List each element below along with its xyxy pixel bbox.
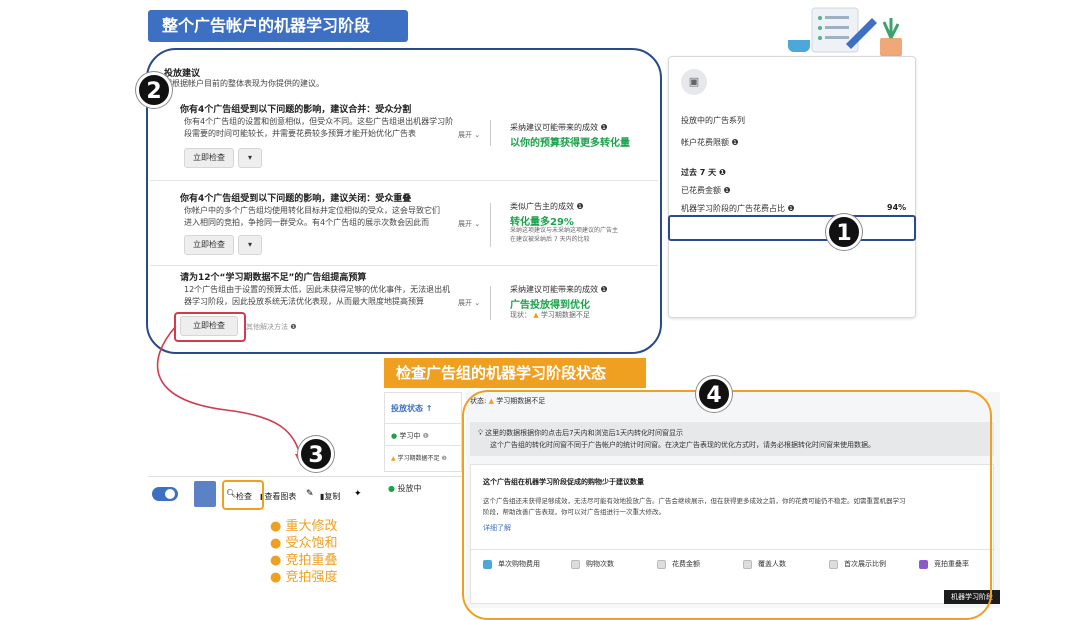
list-item: ● 竞拍强度 bbox=[270, 570, 338, 585]
duplicate-button[interactable]: ▮复制 bbox=[320, 491, 340, 502]
delivering-status: ● 投放中 bbox=[388, 484, 422, 493]
delivery-column: 投放状态 ↑ ● 学习中 ❶ ▲ 学习期数据不足 ❶ bbox=[384, 392, 463, 472]
view-chart-button[interactable]: ▮查看图表 bbox=[260, 491, 296, 502]
account-panel: ▣ 投放中的广告系列 帐户花费限额 ❶ 过去 7 天 ❶ 已花费金额 ❶ 机器学… bbox=[668, 56, 916, 318]
status-limited: ▲ 学习期数据不足 ❶ bbox=[391, 455, 447, 462]
checklist-illustration-icon bbox=[780, 4, 920, 60]
learning-share-label: 机器学习阶段的广告花费占比 ❶ bbox=[681, 204, 795, 213]
info-icon: ❶ bbox=[422, 432, 429, 440]
last-7-days-label: 过去 7 天 ❶ bbox=[681, 168, 726, 177]
warning-icon: ▲ bbox=[391, 455, 396, 462]
spend-limit-label: 帐户花费限额 ❶ bbox=[681, 138, 739, 147]
info-icon: ❶ bbox=[731, 138, 739, 147]
info-icon: ❶ bbox=[718, 168, 726, 177]
reasons-list: ● 重大修改 ● 受众饱和 ● 竞拍重叠 ● 竞拍强度 bbox=[270, 518, 390, 586]
pin-icon[interactable]: ✦ bbox=[354, 489, 362, 499]
check-highlight bbox=[222, 480, 264, 510]
step-badge-2: 2 bbox=[136, 72, 172, 108]
briefcase-icon: ▣ bbox=[681, 69, 707, 95]
recommendations-outline bbox=[146, 48, 662, 354]
step-badge-1: 1 bbox=[826, 214, 862, 250]
list-item: ● 受众饱和 bbox=[270, 536, 338, 551]
info-icon: ❶ bbox=[723, 186, 731, 195]
info-icon: ❶ bbox=[787, 204, 795, 213]
toolbar: 🔍︎ 检查 ▮查看图表 ✎ ▮复制 ✦ ● 投放中 bbox=[148, 476, 462, 510]
edit-icon[interactable]: ✎ bbox=[306, 489, 314, 499]
spent-label: 已花费金额 ❶ bbox=[681, 186, 731, 195]
delivery-header[interactable]: 投放状态 ↑ bbox=[391, 403, 433, 414]
status-learning: ● 学习中 ❶ bbox=[391, 432, 429, 440]
active-campaigns-label: 投放中的广告系列 bbox=[681, 116, 745, 125]
green-dot-icon: ● bbox=[388, 484, 395, 493]
learning-share-value: 94% bbox=[887, 203, 907, 212]
step-badge-3: 3 bbox=[298, 436, 334, 472]
toggle-switch[interactable] bbox=[152, 487, 178, 501]
green-dot-icon: ● bbox=[391, 432, 398, 440]
thumbnail-image bbox=[194, 481, 216, 507]
mid-banner: 检查广告组的机器学习阶段状态 bbox=[384, 358, 646, 388]
info-icon: ❶ bbox=[441, 455, 447, 462]
step-badge-4: 4 bbox=[696, 376, 732, 412]
detail-outline bbox=[462, 390, 992, 620]
list-item: ● 重大修改 bbox=[270, 519, 338, 534]
learning-share-highlight bbox=[668, 215, 916, 241]
top-banner: 整个广告帐户的机器学习阶段 bbox=[148, 10, 408, 42]
list-item: ● 竞拍重叠 bbox=[270, 553, 338, 568]
